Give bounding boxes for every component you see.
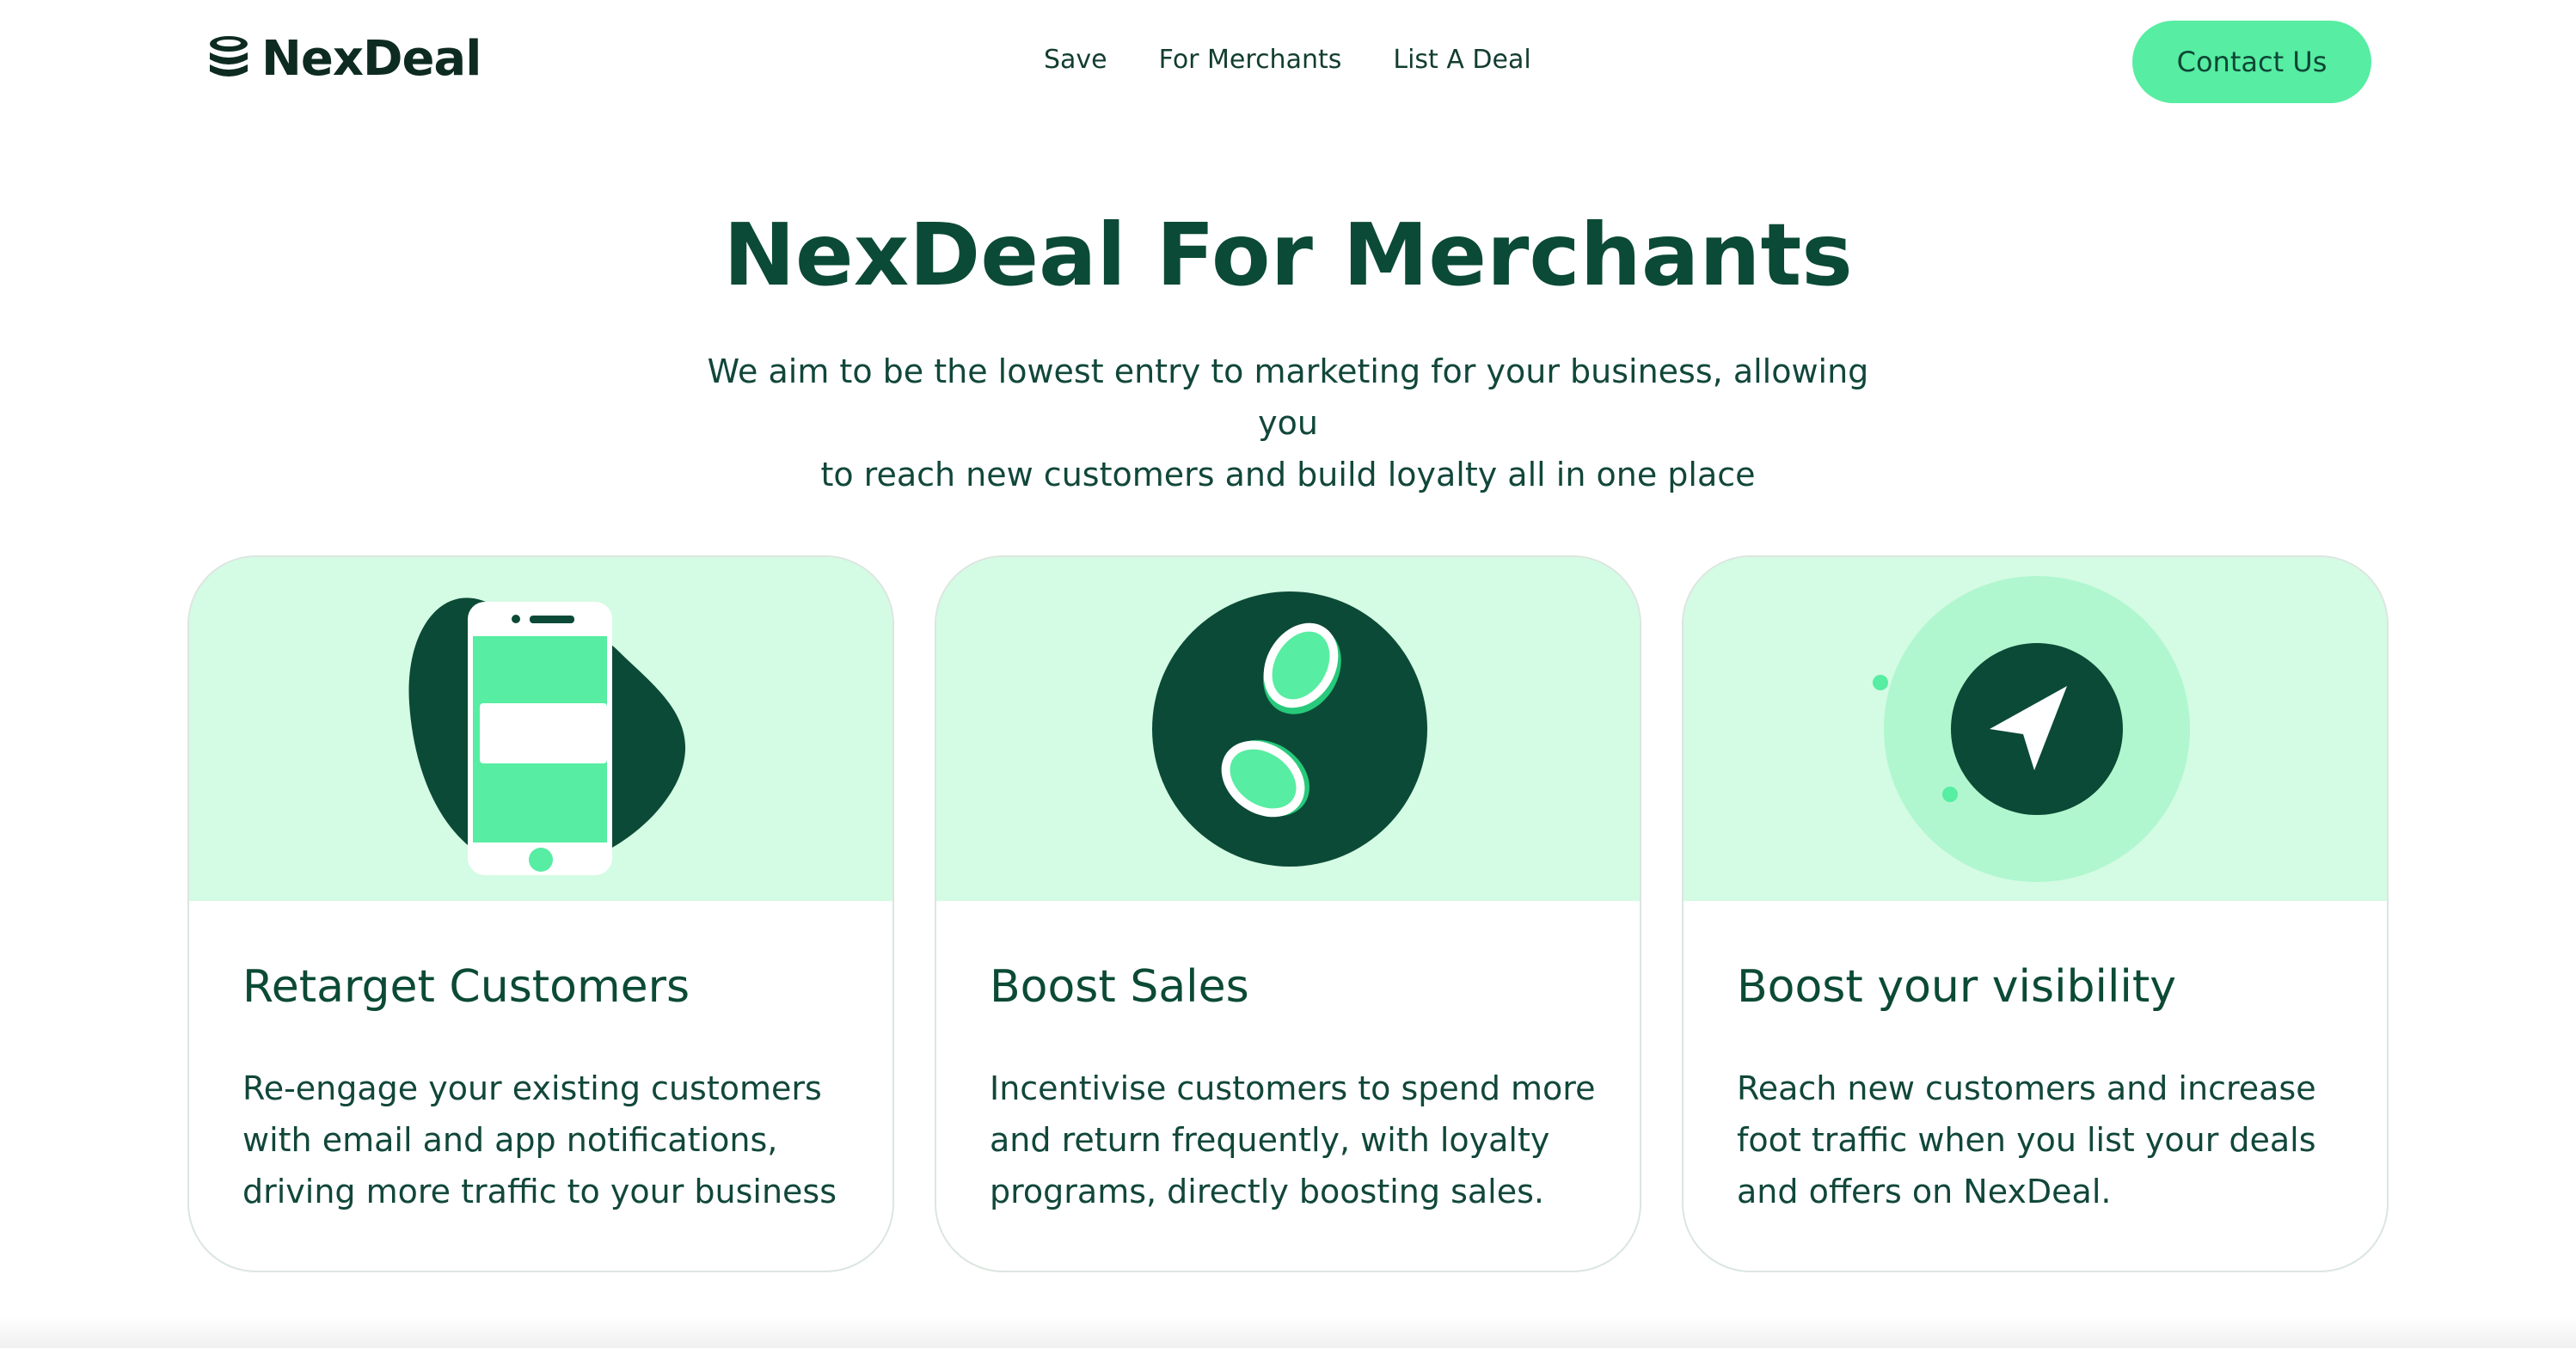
card-description-line: driving more traffic to your business xyxy=(242,1173,837,1210)
card-illustration xyxy=(1684,557,2387,901)
card-illustration xyxy=(189,557,892,901)
card-description-line: Re-engage your existing customers xyxy=(242,1069,822,1107)
card-title: Boost your visibility xyxy=(1737,961,2177,1013)
feature-card-boost-sales: Boost Sales Incentivise customers to spe… xyxy=(935,555,1641,1272)
main-nav: Save For Merchants List A Deal xyxy=(1044,45,1531,75)
coin-stack-icon xyxy=(210,35,248,77)
card-description: Re-engage your existing customers with e… xyxy=(242,1063,862,1217)
card-illustration xyxy=(936,557,1640,901)
feature-card-visibility: Boost your visibility Reach new customer… xyxy=(1682,555,2389,1272)
coins-icon xyxy=(1152,591,1427,867)
hero-subtitle: We aim to be the lowest entry to marketi… xyxy=(686,346,1890,500)
card-title: Retarget Customers xyxy=(242,961,690,1013)
card-description-line: Incentivise customers to spend more xyxy=(990,1069,1596,1107)
brand-name: NexDeal xyxy=(261,31,481,87)
feature-card-retarget: Retarget Customers Re-engage your existi… xyxy=(187,555,894,1272)
card-description-line: Reach new customers and increase xyxy=(1737,1069,2316,1107)
card-description-line: and return frequently, with loyalty xyxy=(990,1121,1550,1159)
page: NexDeal Save For Merchants List A Deal C… xyxy=(0,0,2576,1348)
hero-subtitle-line-1: We aim to be the lowest entry to marketi… xyxy=(707,352,1869,442)
section-divider-shadow xyxy=(0,1315,2576,1348)
card-description: Reach new customers and increase foot tr… xyxy=(1737,1063,2356,1217)
card-description: Incentivise customers to spend more and … xyxy=(990,1063,1609,1217)
phone-notification-icon xyxy=(408,597,686,875)
card-description-line: and offers on NexDeal. xyxy=(1737,1173,2112,1210)
nav-item-list-a-deal[interactable]: List A Deal xyxy=(1393,45,1530,75)
card-description-line: with email and app notifications, xyxy=(242,1121,778,1159)
page-title: NexDeal For Merchants xyxy=(723,205,1853,305)
card-description-line: programs, directly boosting sales. xyxy=(990,1173,1544,1210)
card-title: Boost Sales xyxy=(990,961,1249,1013)
contact-us-button[interactable]: Contact Us xyxy=(2132,21,2371,103)
navigation-arrow-icon xyxy=(1873,576,2190,882)
card-description-line: foot traffic when you list your deals xyxy=(1737,1121,2316,1159)
nav-item-for-merchants[interactable]: For Merchants xyxy=(1159,45,1342,75)
brand-logo[interactable]: NexDeal xyxy=(206,31,481,87)
hero-subtitle-line-2: to reach new customers and build loyalty… xyxy=(820,456,1756,493)
nav-item-save[interactable]: Save xyxy=(1044,45,1107,75)
